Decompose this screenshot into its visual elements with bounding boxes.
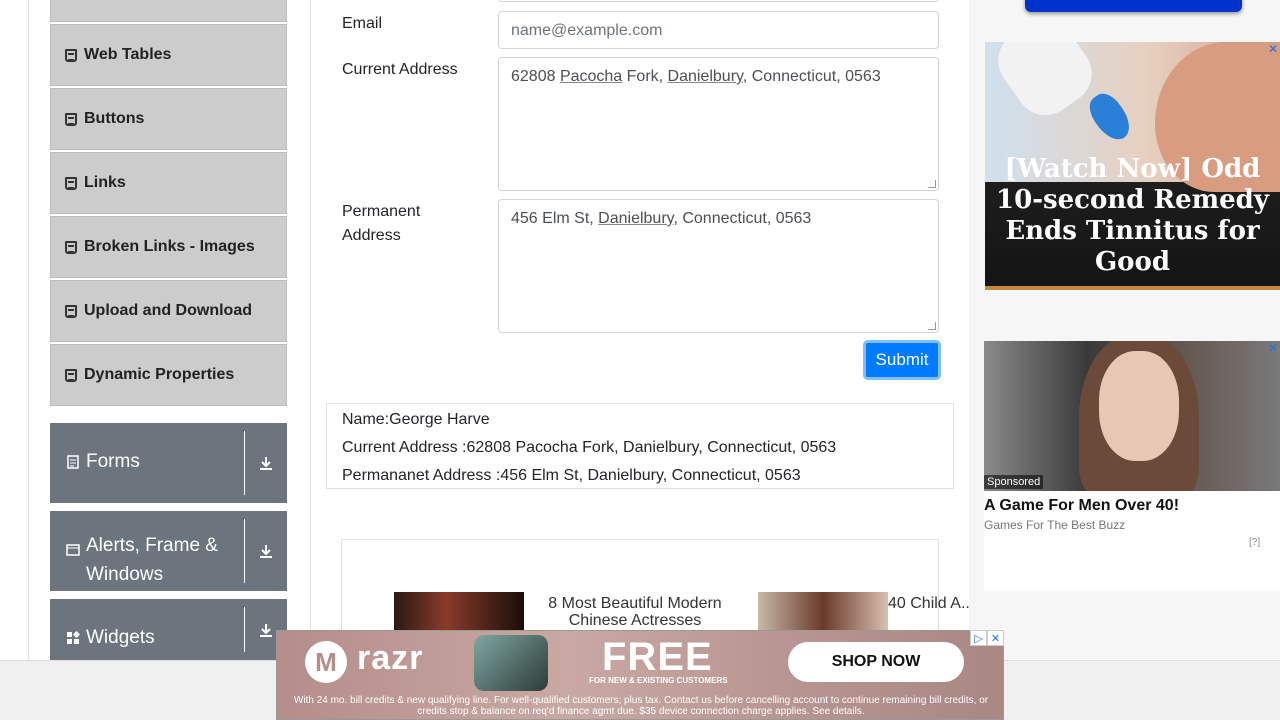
output-current-address: Current Address :62808 Pacocha Fork, Dan… <box>342 439 837 456</box>
shop-now-button[interactable]: SHOP NOW <box>788 642 964 682</box>
sidebar-group-widgets[interactable]: Widgets <box>50 599 287 660</box>
group-header: Widgets <box>50 607 245 652</box>
ad-headline: A Game For Men Over 40! <box>984 497 1180 514</box>
ad-info-link[interactable]: [?] <box>1249 537 1260 548</box>
sidebar-item-buttons[interactable]: Buttons <box>50 88 287 150</box>
close-icon[interactable]: ✕ <box>1266 42 1280 56</box>
email-field[interactable]: name@example.com <box>498 11 939 49</box>
group-header: Forms <box>50 431 245 495</box>
download-arrow-icon[interactable] <box>245 423 287 503</box>
promo-link[interactable]: 8 Most Beautiful Modern Chinese Actresse… <box>530 595 740 629</box>
sidebar-item-label: Upload and Download <box>84 302 252 319</box>
sidebar-item-label: Web Tables <box>84 46 172 63</box>
ad-tinnitus[interactable]: [Watch Now] Odd 10-second Remedy Ends Ti… <box>985 42 1280 290</box>
text-segment: , Connecticut, 0563 <box>673 210 812 227</box>
name-field-partial[interactable] <box>498 0 939 2</box>
sidebar-item-label: Links <box>84 174 126 191</box>
ad-game[interactable]: Sponsored A Game For Men Over 40! Games … <box>984 341 1280 591</box>
text-segment: 456 Elm St, <box>511 210 599 227</box>
resize-handle[interactable] <box>928 322 936 330</box>
banner-ad[interactable]: M razr FREE FOR NEW & EXISTING CUSTOMERS… <box>276 630 1004 720</box>
adchoices-icon[interactable]: ▷ <box>970 630 987 646</box>
spellcheck-word: Danielbury <box>598 210 674 227</box>
sidebar-item-label: Buttons <box>84 110 145 127</box>
html5-icon <box>65 176 77 190</box>
download-arrow-icon[interactable] <box>245 511 287 591</box>
sidebar-group-forms[interactable]: Forms <box>50 423 287 503</box>
window-icon <box>66 544 80 556</box>
sponsored-label: Sponsored <box>984 475 1044 489</box>
ad-source: Games For The Best Buzz <box>984 518 1126 532</box>
drop-shape <box>1083 87 1137 147</box>
output-permanent-address: Permananet Address :456 Elm St, Danielbu… <box>342 467 801 484</box>
fine-print: With 24 mo. bill credits & new qualifyin… <box>293 695 989 717</box>
sidebar-item-upload-download[interactable]: Upload and Download <box>50 280 287 342</box>
phone-image <box>474 635 548 691</box>
close-icon[interactable]: ✕ <box>987 630 1004 646</box>
sidebar-item-web-tables[interactable]: Web Tables <box>50 24 287 86</box>
promo-image[interactable] <box>394 592 524 630</box>
current-address-label: Current Address <box>342 61 458 78</box>
permanent-address-label: Permanent Address <box>342 203 421 244</box>
sidebar-item-label: Broken Links - Images <box>84 238 255 255</box>
face-shape <box>1099 351 1179 461</box>
output-box: Name:George Harve Current Address :62808… <box>326 403 954 489</box>
sidebar-item-partial[interactable] <box>50 0 287 22</box>
submit-button[interactable]: Submit <box>863 340 941 380</box>
offer-headline: FREE <box>602 635 713 679</box>
offer-subtext: FOR NEW & EXISTING CUSTOMERS <box>589 676 728 685</box>
html5-icon <box>65 112 77 126</box>
close-icon[interactable]: ✕ <box>1266 341 1280 355</box>
motorola-logo-icon: M <box>305 641 347 683</box>
html5-icon <box>65 240 77 254</box>
output-name: Name:George Harve <box>342 411 490 428</box>
brand-name: razr <box>357 639 424 677</box>
text-segment: Fork, <box>622 68 668 85</box>
group-header: Alerts, Frame & Windows <box>50 519 245 585</box>
sidebar-item-label: Dynamic Properties <box>84 366 235 383</box>
group-label: Widgets <box>86 627 155 648</box>
widgets-icon <box>67 631 80 644</box>
spellcheck-word: Danielbury <box>667 68 743 85</box>
text-segment: 62808 <box>511 68 560 85</box>
sidebar-item-links[interactable]: Links <box>50 152 287 214</box>
ad-choices[interactable]: ▷ ✕ <box>970 630 1004 646</box>
document-icon <box>67 455 79 469</box>
sidebar-item-broken-links[interactable]: Broken Links - Images <box>50 216 287 278</box>
current-address-field[interactable]: 62808 Pacocha Fork, Danielbury, Connecti… <box>498 57 939 191</box>
group-label: Forms <box>86 451 140 472</box>
ad-button-partial[interactable] <box>1025 0 1242 12</box>
sidebar-item-dynamic-properties[interactable]: Dynamic Properties <box>50 344 287 406</box>
html5-icon <box>65 368 77 382</box>
sidebar-group-alerts-frames-windows[interactable]: Alerts, Frame & Windows <box>50 511 287 591</box>
promo-image[interactable] <box>758 592 888 630</box>
permanent-address-field[interactable]: 456 Elm St, Danielbury, Connecticut, 056… <box>498 199 939 333</box>
ad-image: Sponsored <box>984 341 1280 491</box>
spellcheck-word: Pacocha <box>559 68 623 85</box>
ad-headline: [Watch Now] Odd 10-second Remedy Ends Ti… <box>996 154 1269 277</box>
resize-handle[interactable] <box>928 180 936 188</box>
promo-link[interactable]: 40 Child A... Into Go... <box>888 595 969 612</box>
email-label: Email <box>342 15 383 32</box>
group-label: Alerts, Frame & Windows <box>86 535 218 585</box>
html5-icon <box>65 48 77 62</box>
bottle-shape <box>986 42 1104 127</box>
text-segment: , Connecticut, 0563 <box>742 68 881 85</box>
html5-icon <box>65 304 77 318</box>
